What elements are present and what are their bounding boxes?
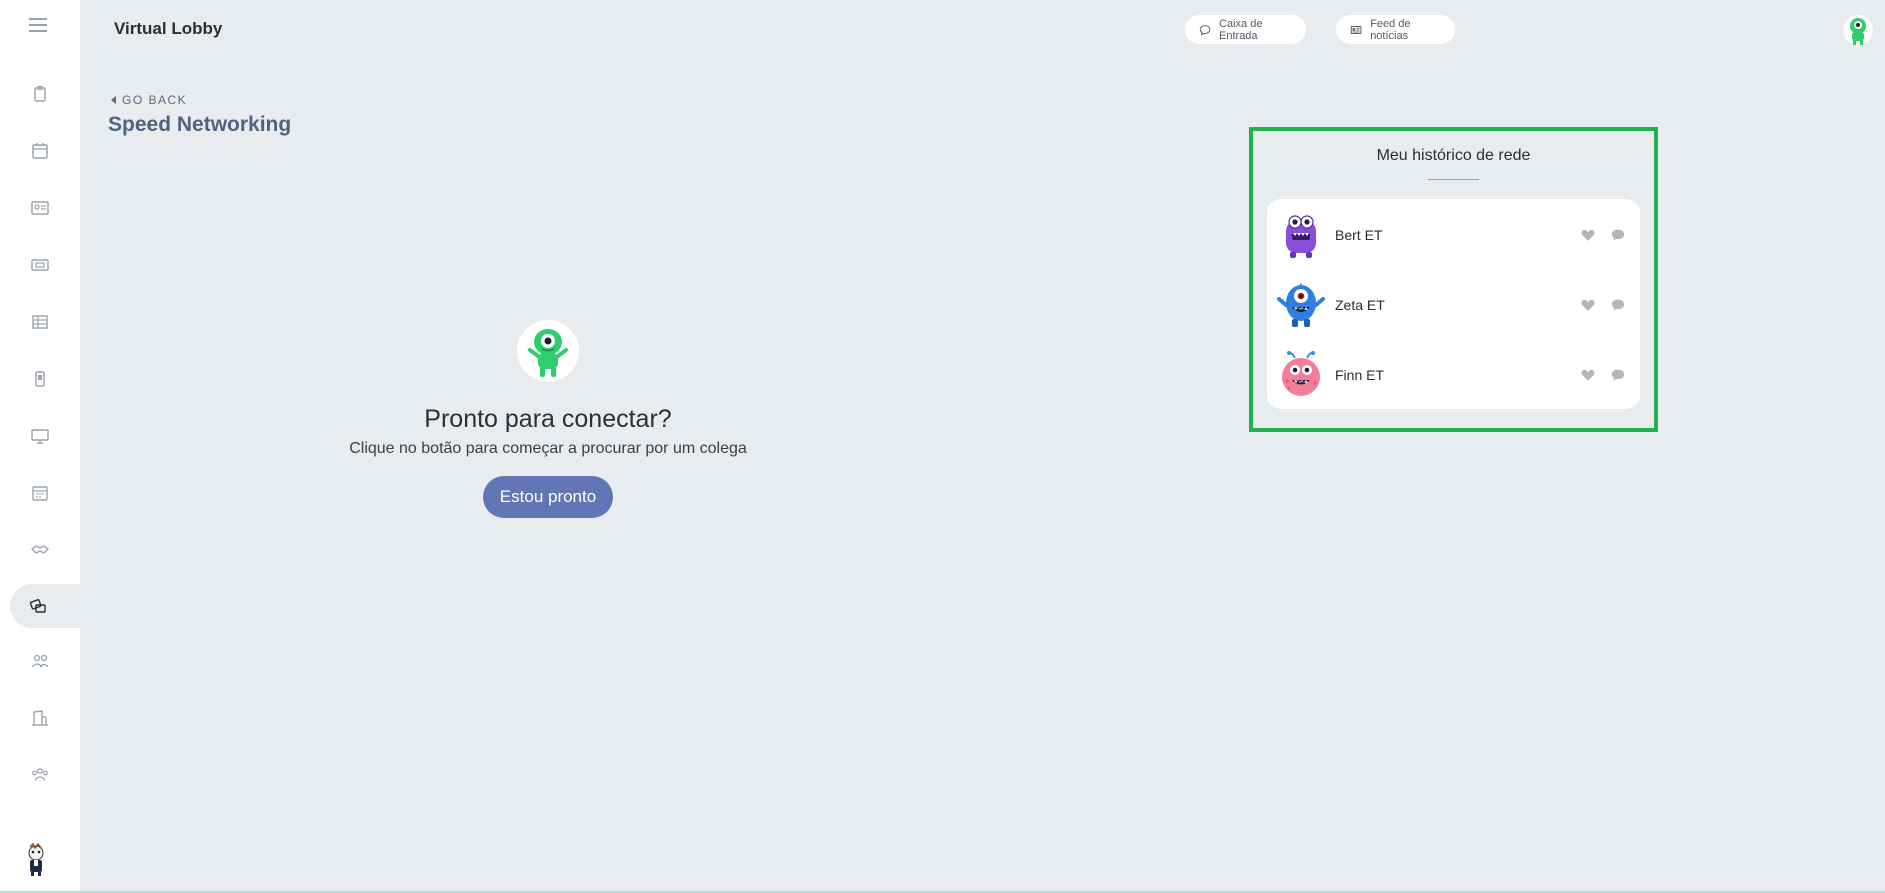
- history-title: Meu histórico de rede: [1376, 147, 1531, 164]
- sidebar-item-tickets[interactable]: [10, 243, 70, 287]
- id-card-icon: [31, 201, 49, 215]
- table-icon: [32, 315, 48, 329]
- blue-monster-avatar: [1277, 279, 1325, 331]
- sidebar-item-schedule[interactable]: [10, 471, 70, 515]
- ready-subtitle: Clique no botão para começar a procurar …: [349, 440, 747, 457]
- group-icon: [32, 768, 48, 781]
- sidebar-item-calendar[interactable]: [10, 129, 70, 173]
- organizer-avatar[interactable]: [22, 842, 50, 877]
- pink-monster-avatar: [1277, 349, 1325, 401]
- people-icon: [31, 654, 49, 668]
- heart-icon[interactable]: [1579, 366, 1597, 384]
- user-avatar[interactable]: [1843, 14, 1873, 46]
- sidebar-item-sponsors[interactable]: [10, 528, 70, 572]
- list-item[interactable]: Bert ET: [1277, 207, 1627, 263]
- contact-name: Finn ET: [1335, 367, 1385, 383]
- chevron-left-icon: [111, 96, 116, 104]
- sidebar-item-contacts[interactable]: [10, 186, 70, 230]
- ticket-icon: [31, 259, 49, 271]
- contact-name: Bert ET: [1335, 227, 1383, 243]
- news-feed-label: Feed de notícias: [1370, 17, 1411, 42]
- purple-monster-avatar: [1277, 209, 1325, 261]
- contact-name: Zeta ET: [1335, 297, 1385, 313]
- go-back-link[interactable]: GO BACK: [111, 93, 187, 107]
- list-item[interactable]: Finn ET: [1277, 347, 1627, 403]
- sidebar: [0, 0, 90, 893]
- list-item[interactable]: Zeta ET: [1277, 277, 1627, 333]
- speed-networking-icon: [29, 599, 46, 613]
- networking-history-panel: Meu histórico de rede Bert ET Zeta ET Fi…: [1249, 127, 1658, 432]
- chat-icon[interactable]: [1609, 366, 1627, 384]
- monitor-icon: [31, 429, 49, 444]
- sidebar-item-speed-networking[interactable]: [10, 584, 90, 628]
- handshake-icon: [31, 545, 49, 554]
- sidebar-item-attendees[interactable]: [10, 639, 70, 683]
- sidebar-item-groups[interactable]: [10, 753, 70, 797]
- chat-bubble-icon: [1199, 24, 1211, 36]
- building-icon: [32, 710, 48, 726]
- inbox-label: Caixa de Entrada: [1219, 17, 1263, 42]
- mobile-icon: [35, 371, 45, 387]
- chat-icon[interactable]: [1609, 226, 1627, 244]
- chat-icon[interactable]: [1609, 296, 1627, 314]
- schedule-icon: [32, 486, 48, 501]
- history-divider: [1428, 179, 1479, 180]
- sidebar-item-mobile[interactable]: [10, 357, 70, 401]
- app-title: Virtual Lobby: [114, 19, 223, 38]
- go-back-label: GO BACK: [122, 93, 188, 107]
- im-ready-button[interactable]: Estou pronto: [483, 476, 613, 518]
- ready-avatar: [517, 320, 579, 382]
- page-title: Speed Networking: [108, 113, 292, 136]
- calendar-icon: [32, 143, 48, 159]
- hamburger-menu-icon[interactable]: [27, 15, 49, 35]
- ready-title: Pronto para conectar?: [424, 405, 672, 433]
- inbox-button[interactable]: Caixa de Entrada: [1185, 15, 1306, 44]
- sidebar-item-agenda[interactable]: [10, 72, 70, 116]
- sidebar-item-stage[interactable]: [10, 414, 70, 458]
- sidebar-item-exhibitors[interactable]: [10, 696, 70, 740]
- sidebar-item-table[interactable]: [10, 300, 70, 344]
- clipboard-icon: [34, 85, 46, 102]
- heart-icon[interactable]: [1579, 226, 1597, 244]
- heart-icon[interactable]: [1579, 296, 1597, 314]
- newspaper-icon: [1350, 25, 1362, 34]
- news-feed-button[interactable]: Feed de notícias: [1336, 15, 1455, 44]
- history-list: Bert ET Zeta ET Finn ET: [1267, 199, 1640, 409]
